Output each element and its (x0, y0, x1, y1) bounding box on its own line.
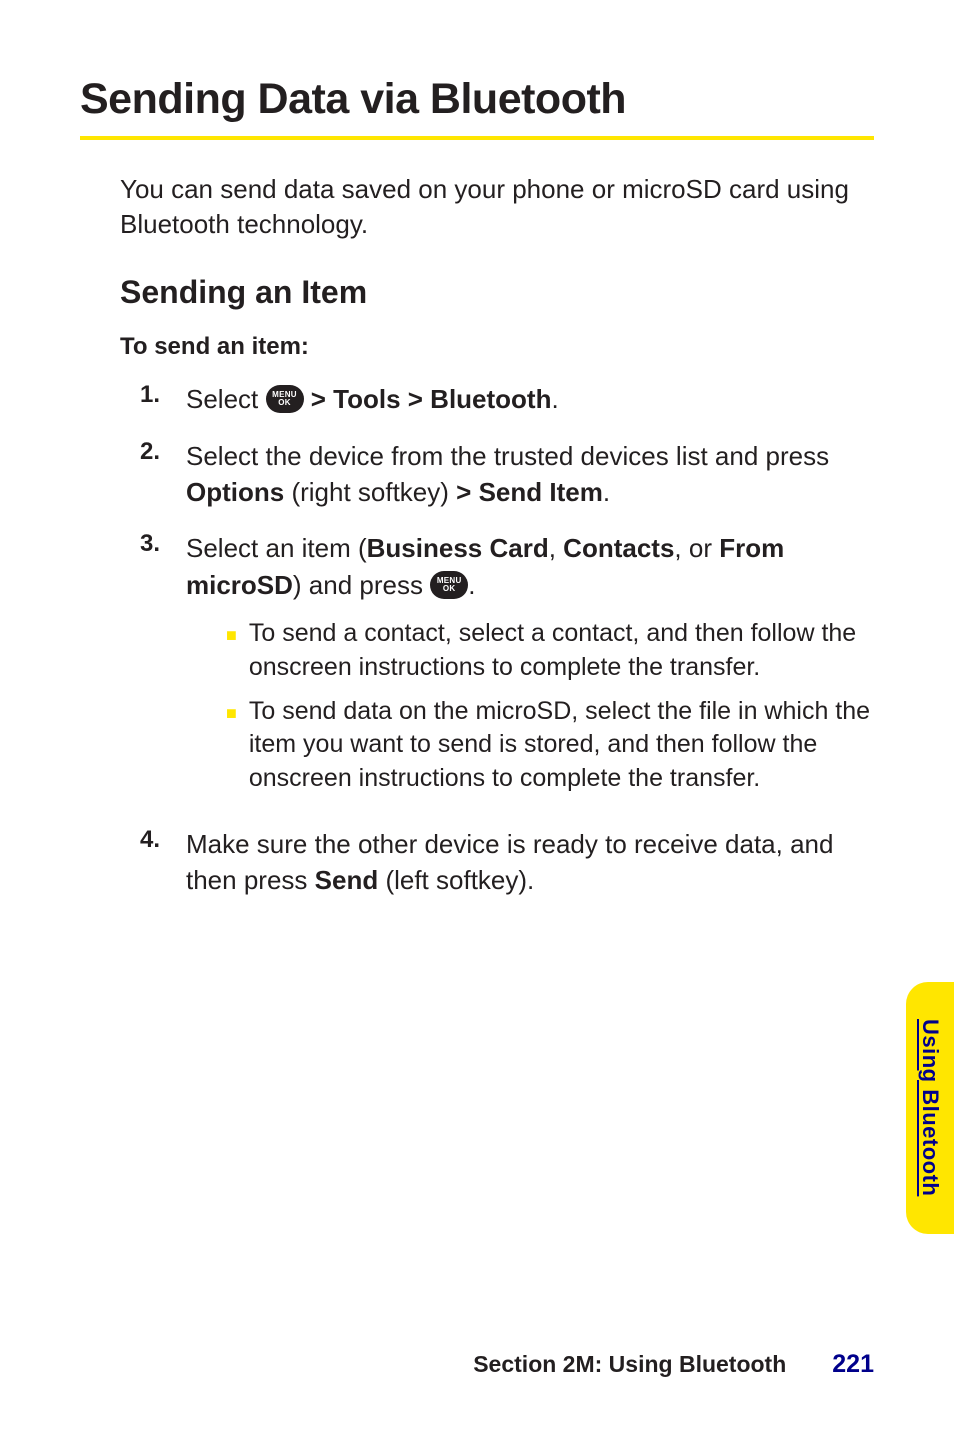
step-number: 2. (140, 438, 186, 466)
icon-bottom: OK (278, 399, 291, 407)
step-number: 3. (140, 530, 186, 558)
text: ) and press (293, 570, 430, 600)
text: , or (674, 533, 719, 563)
step-2: 2. Select the device from the trusted de… (140, 438, 874, 511)
text: . (551, 384, 558, 414)
text: Select the device from the trusted devic… (186, 441, 829, 471)
menu-ok-icon: MENUOK (430, 571, 468, 599)
bold: Send (315, 865, 379, 895)
sub-bullet: ■ To send a contact, select a contact, a… (226, 617, 874, 685)
footer: Section 2M: Using Bluetooth 221 (0, 1350, 954, 1379)
bullet-icon: ■ (226, 623, 237, 647)
footer-page-number: 221 (832, 1350, 874, 1379)
text: , (549, 533, 563, 563)
bullet-icon: ■ (226, 701, 237, 725)
page-title: Sending Data via Bluetooth (80, 75, 874, 140)
bold: Options (186, 477, 284, 507)
subheading: Sending an Item (120, 274, 874, 311)
step-4: 4. Make sure the other device is ready t… (140, 826, 874, 899)
side-tab: Using Bluetooth (906, 982, 954, 1234)
step-1: 1. Select MENUOK > Tools > Bluetooth. (140, 381, 874, 417)
step-body: Select the device from the trusted devic… (186, 438, 874, 511)
bold: Business Card (367, 533, 549, 563)
icon-bottom: OK (443, 585, 456, 593)
text: Select (186, 384, 266, 414)
footer-section: Section 2M: Using Bluetooth (473, 1351, 786, 1378)
step-number: 1. (140, 381, 186, 409)
sub-bullet: ■ To send data on the microSD, select th… (226, 695, 874, 796)
bold: > Send Item (456, 477, 603, 507)
text: Select an item ( (186, 533, 367, 563)
steps-list: 1. Select MENUOK > Tools > Bluetooth. 2.… (140, 381, 874, 898)
intro-paragraph: You can send data saved on your phone or… (120, 172, 874, 242)
bullet-text: To send a contact, select a contact, and… (249, 617, 874, 685)
text: (left softkey). (378, 865, 534, 895)
text: (right softkey) (284, 477, 456, 507)
step-number: 4. (140, 826, 186, 854)
text: . (603, 477, 610, 507)
sub-bullet-list: ■ To send a contact, select a contact, a… (226, 617, 874, 796)
step-body: Make sure the other device is ready to r… (186, 826, 874, 899)
text: . (468, 570, 475, 600)
bullet-text: To send data on the microSD, select the … (249, 695, 874, 796)
step-3: 3. Select an item (Business Card, Contac… (140, 530, 874, 806)
bold-path: > Tools > Bluetooth (304, 384, 552, 414)
side-tab-label: Using Bluetooth (917, 1019, 943, 1196)
menu-ok-icon: MENUOK (266, 385, 304, 413)
step-body: Select MENUOK > Tools > Bluetooth. (186, 381, 874, 417)
bold: Contacts (563, 533, 674, 563)
step-body: Select an item (Business Card, Contacts,… (186, 530, 874, 806)
lead-text: To send an item: (120, 333, 874, 361)
